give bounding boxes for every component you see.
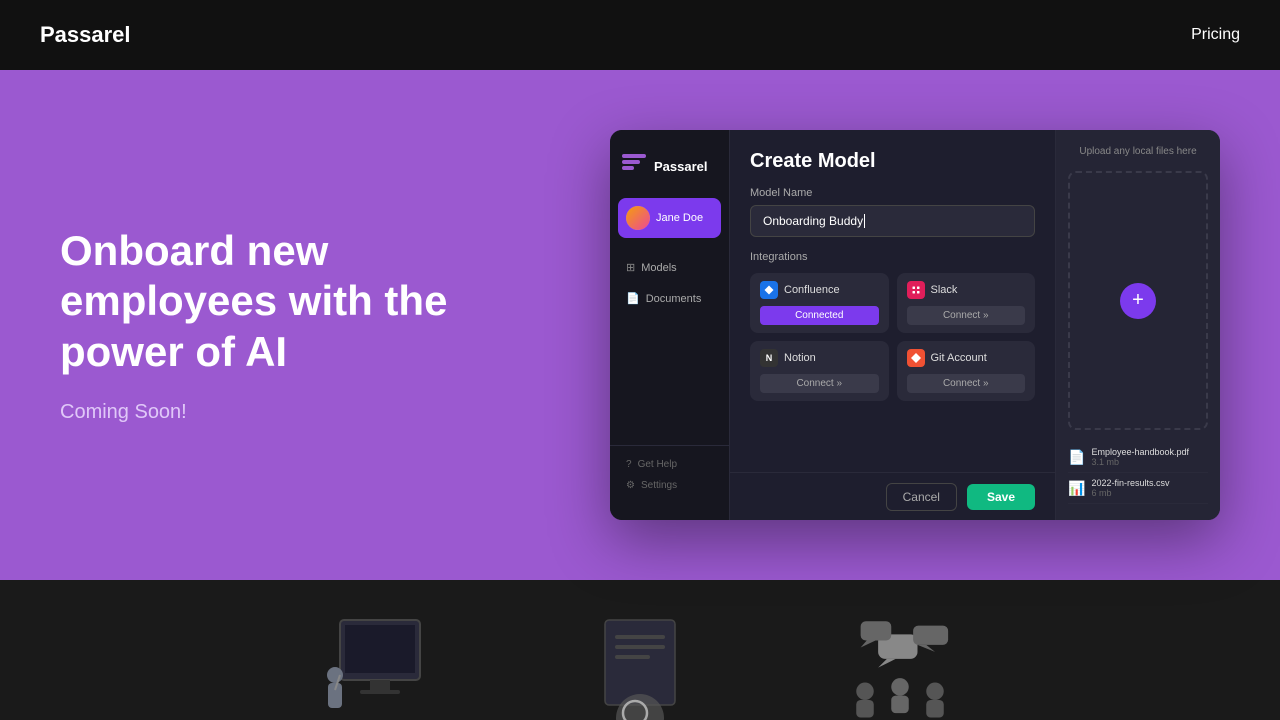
user-avatar-img: [626, 206, 650, 230]
sidebar-user[interactable]: Jane Doe: [618, 198, 721, 238]
documents-label: Documents: [646, 293, 702, 305]
cancel-button[interactable]: Cancel: [886, 483, 957, 511]
file-size-2: 6 mb: [1091, 488, 1208, 498]
model-name-label: Model Name: [750, 187, 1035, 199]
illustration-chat: [830, 600, 970, 720]
sidebar-logo-text: Passarel: [654, 159, 708, 174]
text-cursor: [864, 214, 865, 228]
logo-bar-1: [622, 154, 646, 158]
slack-name: Slack: [931, 284, 958, 296]
settings-label: Settings: [641, 480, 677, 491]
create-model-title: Create Model: [750, 150, 1035, 173]
sidebar-item-documents[interactable]: 📄 Documents: [618, 285, 721, 312]
integrations-label: Integrations: [750, 251, 1035, 263]
get-help-item[interactable]: ? Get Help: [618, 454, 721, 475]
confluence-connect-button[interactable]: Connected: [760, 306, 879, 325]
upload-panel: Upload any local files here + 📄 Employee…: [1055, 130, 1220, 520]
integration-notion: N Notion Connect »: [750, 341, 889, 401]
pricing-link[interactable]: Pricing: [1191, 26, 1240, 44]
sidebar-bottom: ? Get Help ⚙ Settings: [610, 445, 729, 504]
app-sidebar: Passarel Jane Doe ⊞ Models 📄 Documents: [610, 130, 730, 520]
bottom-section: [0, 580, 1280, 720]
integration-slack: Slack Connect »: [897, 273, 1036, 333]
sidebar-nav: ⊞ Models 📄 Documents: [610, 254, 729, 445]
navbar: Passarel Pricing: [0, 0, 1280, 70]
notion-header: N Notion: [760, 349, 879, 367]
logo-bar-3: [622, 166, 634, 170]
upload-plus-button[interactable]: +: [1120, 283, 1156, 319]
confluence-name: Confluence: [784, 284, 840, 296]
confluence-icon: [760, 281, 778, 299]
model-name-input[interactable]: Onboarding Buddy: [750, 205, 1035, 237]
models-icon: ⊞: [626, 261, 635, 274]
integration-confluence: Confluence Connected: [750, 273, 889, 333]
confluence-header: Confluence: [760, 281, 879, 299]
git-icon: [907, 349, 925, 367]
file-size-1: 3.1 mb: [1091, 457, 1208, 467]
pdf-file-icon: 📄: [1068, 449, 1085, 466]
slack-icon: [907, 281, 925, 299]
csv-file-icon: 📊: [1068, 480, 1085, 497]
user-avatar: [626, 206, 650, 230]
file-item-2: 📊 2022-fin-results.csv 6 mb: [1068, 473, 1208, 504]
monitor-svg: [310, 600, 450, 720]
file-name-1: Employee-handbook.pdf: [1091, 447, 1208, 457]
file-info-2: 2022-fin-results.csv 6 mb: [1091, 478, 1208, 498]
illustration-search: [570, 600, 710, 720]
hero-text-block: Onboard new employees with the power of …: [60, 226, 510, 424]
upload-zone[interactable]: +: [1068, 171, 1208, 430]
notion-name: Notion: [784, 352, 816, 364]
user-name: Jane Doe: [656, 212, 703, 224]
sidebar-item-models[interactable]: ⊞ Models: [618, 254, 721, 281]
file-info-1: Employee-handbook.pdf 3.1 mb: [1091, 447, 1208, 467]
slack-connect-button[interactable]: Connect »: [907, 306, 1026, 325]
notion-connect-button[interactable]: Connect »: [760, 374, 879, 393]
illustration-monitor: [310, 600, 450, 720]
hero-subtitle: Coming Soon!: [60, 401, 510, 424]
sidebar-logo-area: Passarel: [610, 146, 729, 198]
git-header: Git Account: [907, 349, 1026, 367]
app-main: Create Model Model Name Onboarding Buddy…: [730, 130, 1055, 472]
notion-icon: N: [760, 349, 778, 367]
integrations-grid: Confluence Connected Slack Connect »: [750, 273, 1035, 401]
integration-git: Git Account Connect »: [897, 341, 1036, 401]
model-name-value: Onboarding Buddy: [763, 214, 863, 228]
settings-item[interactable]: ⚙ Settings: [618, 475, 721, 496]
git-name: Git Account: [931, 352, 987, 364]
hero-title: Onboard new employees with the power of …: [60, 226, 510, 377]
hero-section: Onboard new employees with the power of …: [0, 70, 1280, 580]
upload-title: Upload any local files here: [1068, 146, 1208, 157]
chat-svg: [830, 610, 970, 720]
save-button[interactable]: Save: [967, 484, 1035, 510]
navbar-logo: Passarel: [40, 22, 131, 48]
app-window: Passarel Jane Doe ⊞ Models 📄 Documents: [610, 130, 1220, 520]
models-label: Models: [641, 262, 676, 274]
app-logo-icon: [622, 154, 646, 178]
help-label: Get Help: [638, 459, 677, 470]
file-item-1: 📄 Employee-handbook.pdf 3.1 mb: [1068, 442, 1208, 473]
search-svg: [580, 610, 700, 720]
help-icon: ?: [626, 459, 632, 470]
git-connect-button[interactable]: Connect »: [907, 374, 1026, 393]
slack-header: Slack: [907, 281, 1026, 299]
logo-bar-2: [622, 160, 640, 164]
app-footer: Cancel Save: [730, 472, 1055, 520]
documents-icon: 📄: [626, 292, 640, 305]
settings-icon: ⚙: [626, 480, 635, 491]
file-name-2: 2022-fin-results.csv: [1091, 478, 1208, 488]
